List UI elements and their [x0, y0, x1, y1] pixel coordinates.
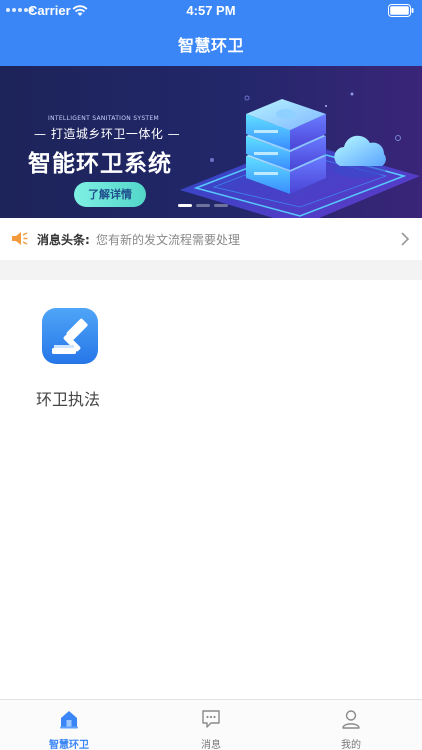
- banner-illustration: [0, 66, 422, 218]
- carousel-dot[interactable]: [178, 204, 192, 207]
- section-divider: [0, 260, 422, 280]
- app-header: Carrier 4:57 PM 智慧环卫: [0, 0, 422, 66]
- gavel-icon: [52, 318, 88, 354]
- banner-subtitle-cn: — 打造城乡环卫一体化 —: [34, 127, 181, 141]
- tab-label: 消息: [201, 740, 221, 750]
- page-title: 智慧环卫: [177, 36, 244, 55]
- user-icon: [342, 710, 360, 729]
- app-sanitation-enforcement[interactable]: 环卫执法: [26, 300, 116, 410]
- news-label: 消息头条:: [37, 233, 90, 247]
- app-icon-tile: [42, 308, 98, 364]
- tab-label: 我的: [341, 740, 361, 750]
- message-icon: [202, 710, 220, 728]
- banner-title: 智能环卫系统: [28, 151, 172, 177]
- app-label: 环卫执法: [36, 390, 101, 409]
- news-ticker[interactable]: 消息头条: 您有新的发文流程需要处理: [0, 218, 422, 260]
- tab-profile[interactable]: 我的: [301, 700, 401, 750]
- tab-home[interactable]: 智慧环卫: [19, 700, 119, 750]
- banner-carousel[interactable]: INTELLIGENT SANITATION SYSTEM — 打造城乡环卫一体…: [0, 66, 422, 218]
- learn-more-button[interactable]: 了解详情: [74, 182, 146, 207]
- status-time: 4:57 PM: [186, 3, 236, 18]
- tab-label: 智慧环卫: [49, 740, 89, 750]
- carousel-dot[interactable]: [196, 204, 210, 207]
- banner-subtitle-en: INTELLIGENT SANITATION SYSTEM: [48, 115, 159, 122]
- news-text: 您有新的发文流程需要处理: [96, 233, 241, 247]
- home-icon: [60, 711, 78, 729]
- tab-bar: 智慧环卫 消息 我的: [0, 699, 422, 750]
- carousel-dot[interactable]: [214, 204, 228, 207]
- status-bar: Carrier 4:57 PM: [0, 0, 422, 22]
- chevron-right-icon[interactable]: [400, 232, 410, 246]
- carousel-indicator: [178, 204, 228, 207]
- tab-messages[interactable]: 消息: [161, 700, 261, 750]
- speaker-icon: [12, 232, 28, 245]
- battery-icon: [388, 4, 414, 17]
